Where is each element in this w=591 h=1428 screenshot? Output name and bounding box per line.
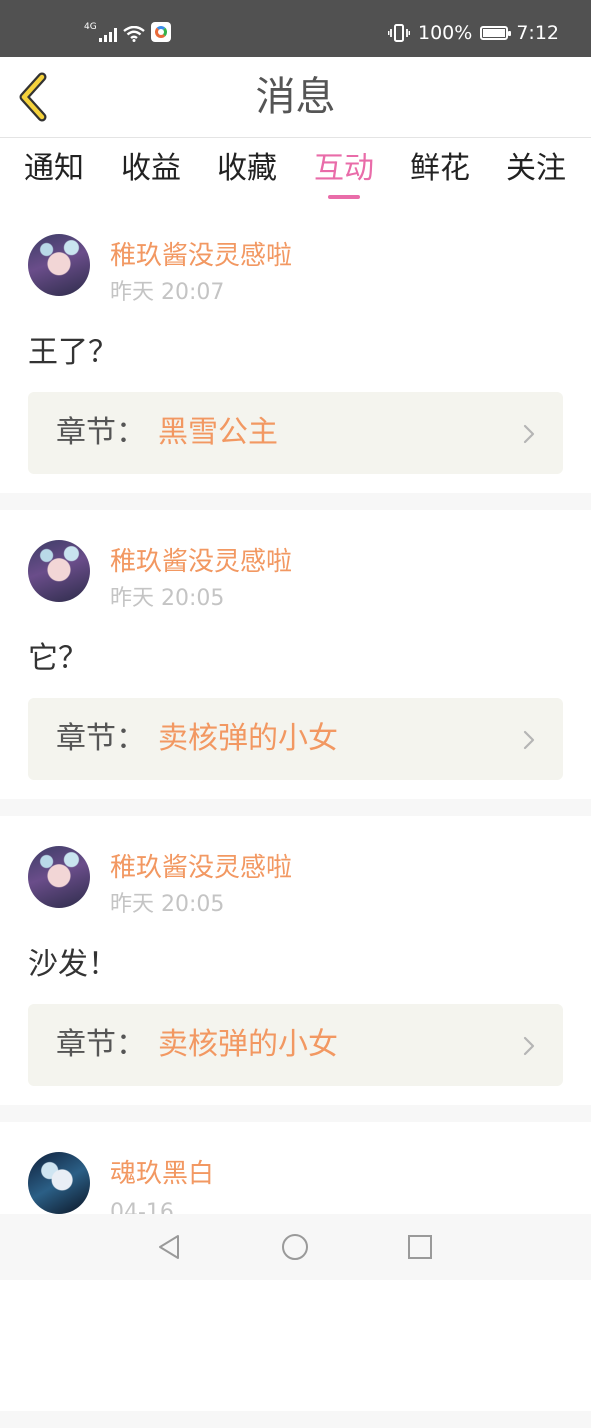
page-title: 消息	[255, 74, 336, 120]
chapter-link[interactable]: 章节： 黑雪公主	[28, 392, 563, 474]
avatar[interactable]	[28, 846, 90, 908]
home-circle-icon[interactable]	[280, 1232, 310, 1262]
comment-text: 它？	[28, 641, 88, 676]
comment-text: 王了？	[28, 335, 118, 370]
comment-text: 沙发！	[28, 947, 118, 982]
chapter-name: 卖核弹的小女	[158, 1027, 338, 1062]
tab-flowers[interactable]: 鲜花	[400, 150, 480, 188]
chapter-label: 章节：	[56, 721, 146, 756]
message-card: 稚玖酱没灵感啦 昨天 20:05 它？ 章节： 卖核弹的小女	[0, 510, 591, 799]
app-notification-icon	[150, 22, 171, 42]
chapter-link[interactable]: 章节： 卖核弹的小女	[28, 698, 563, 780]
app-header: 消息	[0, 57, 591, 138]
avatar[interactable]	[28, 1152, 90, 1214]
system-nav-bar	[0, 1214, 591, 1280]
tab-favorites[interactable]: 收藏	[207, 150, 287, 188]
recents-square-icon[interactable]	[405, 1232, 435, 1262]
back-triangle-icon[interactable]	[154, 1232, 184, 1262]
chevron-right-icon	[523, 1036, 535, 1056]
timestamp: 昨天 20:07	[110, 280, 225, 305]
chapter-label: 章节：	[56, 1027, 146, 1062]
tab-following[interactable]: 关注	[496, 150, 576, 188]
wifi-icon	[122, 26, 145, 42]
avatar[interactable]	[28, 234, 90, 296]
chapter-name: 黑雪公主	[158, 415, 278, 450]
vibrate-icon	[388, 24, 410, 42]
chapter-label: 章节：	[56, 415, 146, 450]
avatar[interactable]	[28, 540, 90, 602]
signal-icon	[98, 28, 117, 42]
message-card: 稚玖酱没灵感啦 昨天 20:05 沙发！ 章节： 卖核弹的小女	[0, 816, 591, 1105]
status-right: 100% 7:12	[388, 22, 559, 44]
username[interactable]: 稚玖酱没灵感啦	[110, 240, 292, 272]
tab-interactions[interactable]: 互动	[304, 150, 384, 188]
active-tab-indicator	[328, 195, 360, 199]
chapter-link[interactable]: 章节： 卖核弹的小女	[28, 1004, 563, 1086]
battery-percent: 100%	[418, 22, 473, 44]
chapter-name: 卖核弹的小女	[158, 721, 338, 756]
status-left: 4G	[84, 22, 171, 42]
status-bar: 4G 100% 7:12	[0, 0, 591, 57]
network-type: 4G	[84, 22, 97, 32]
username[interactable]: 稚玖酱没灵感啦	[110, 852, 292, 884]
message-card: 稚玖酱没灵感啦 昨天 20:07 王了？ 章节： 黑雪公主	[0, 204, 591, 493]
timestamp: 昨天 20:05	[110, 892, 225, 917]
chevron-right-icon	[523, 730, 535, 750]
battery-icon	[480, 26, 512, 40]
username[interactable]: 魂玖黑白	[110, 1158, 214, 1190]
clock: 7:12	[516, 22, 559, 44]
username[interactable]: 稚玖酱没灵感啦	[110, 546, 292, 578]
tab-bar: 通知 收益 收藏 互动 鲜花 关注	[0, 138, 591, 204]
tab-earnings[interactable]: 收益	[111, 150, 191, 188]
timestamp: 昨天 20:05	[110, 586, 225, 611]
tab-notifications[interactable]: 通知	[14, 150, 94, 188]
chevron-right-icon	[523, 424, 535, 444]
